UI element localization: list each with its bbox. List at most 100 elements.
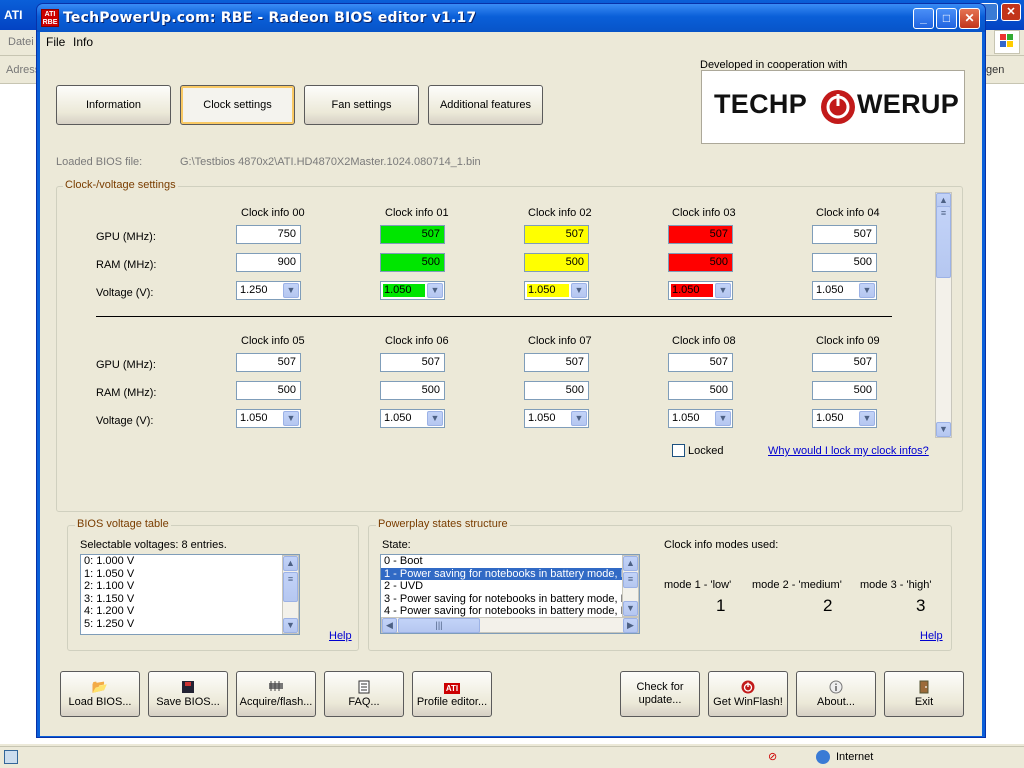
- clock-01-ram-input[interactable]: 500: [380, 253, 445, 272]
- scroll-down-icon[interactable]: ▼: [283, 618, 298, 633]
- minimize-button[interactable]: _: [913, 8, 934, 29]
- scroll-thumb[interactable]: ≡: [936, 206, 951, 278]
- tab-clock-settings[interactable]: Clock settings: [180, 85, 295, 125]
- voltage-item[interactable]: 3: 1.150 V: [81, 593, 299, 606]
- clock-05-gpu-input[interactable]: 507: [236, 353, 301, 372]
- clock-scrollbar[interactable]: ▲ ≡ ▼: [935, 192, 952, 438]
- load-bios-button[interactable]: 📂 Load BIOS...: [60, 671, 140, 717]
- scroll-up-icon[interactable]: ▲: [283, 556, 298, 571]
- window-title: TechPowerUp.com: RBE - Radeon BIOS edito…: [63, 10, 477, 26]
- get-winflash-button[interactable]: Get WinFlash!: [708, 671, 788, 717]
- save-bios-button[interactable]: Save BIOS...: [148, 671, 228, 717]
- scroll-thumb[interactable]: ≡: [623, 572, 638, 588]
- clock-03-voltage-select[interactable]: 1.050 ▼: [668, 281, 733, 300]
- clock-00-voltage-select[interactable]: 1.250 ▼: [236, 281, 301, 300]
- clock-06-voltage-select[interactable]: 1.050 ▼: [380, 409, 445, 428]
- profile-editor-button[interactable]: ATI Profile editor...: [412, 671, 492, 717]
- chevron-down-icon[interactable]: ▼: [715, 283, 731, 298]
- scroll-down-icon[interactable]: ▼: [936, 422, 951, 437]
- clock-02-voltage-select[interactable]: 1.050 ▼: [524, 281, 589, 300]
- chevron-down-icon[interactable]: ▼: [859, 411, 875, 426]
- clock-09-gpu-input[interactable]: 507: [812, 353, 877, 372]
- clock-03-ram-input[interactable]: 500: [668, 253, 733, 272]
- powerplay-help-link[interactable]: Help: [920, 630, 943, 642]
- profile-editor-label: Profile editor...: [416, 696, 488, 708]
- clock-01-voltage-select[interactable]: 1.050 ▼: [380, 281, 445, 300]
- clock-04-voltage-select[interactable]: 1.050 ▼: [812, 281, 877, 300]
- clock-05-ram-input[interactable]: 500: [236, 381, 301, 400]
- exit-button[interactable]: Exit: [884, 671, 964, 717]
- scroll-left-icon[interactable]: ◀: [382, 618, 397, 633]
- clock-06-ram-input[interactable]: 500: [380, 381, 445, 400]
- acquire-flash-button[interactable]: Acquire/flash...: [236, 671, 316, 717]
- clock-02-gpu-input[interactable]: 507: [524, 225, 589, 244]
- clock-07-ram-input[interactable]: 500: [524, 381, 589, 400]
- clock-07-voltage-select[interactable]: 1.050 ▼: [524, 409, 589, 428]
- clock-03-gpu-input[interactable]: 507: [668, 225, 733, 244]
- clock-00-voltage-value: 1.250: [240, 284, 268, 296]
- clock-08-gpu-input[interactable]: 507: [668, 353, 733, 372]
- scroll-right-icon[interactable]: ▶: [623, 618, 638, 633]
- menu-file[interactable]: File: [46, 35, 65, 49]
- voltage-help-link[interactable]: Help: [329, 630, 352, 642]
- chevron-down-icon[interactable]: ▼: [715, 411, 731, 426]
- row-label-ram-2: RAM (MHz):: [96, 387, 157, 399]
- voltage-item[interactable]: 2: 1.100 V: [81, 580, 299, 593]
- chevron-down-icon[interactable]: ▼: [859, 283, 875, 298]
- chevron-down-icon[interactable]: ▼: [283, 411, 299, 426]
- voltage-list-scrollbar[interactable]: ▲ ≡ ▼: [282, 555, 299, 634]
- clock-08-ram-input[interactable]: 500: [668, 381, 733, 400]
- clock-04-ram-input[interactable]: 500: [812, 253, 877, 272]
- background-close-button[interactable]: ✕: [1001, 3, 1021, 21]
- voltage-item[interactable]: 1: 1.050 V: [81, 568, 299, 581]
- voltage-item[interactable]: 4: 1.200 V: [81, 605, 299, 618]
- clock-04-gpu-input[interactable]: 507: [812, 225, 877, 244]
- ati-icon: ATI: [443, 683, 461, 694]
- clock-09-voltage-select[interactable]: 1.050 ▼: [812, 409, 877, 428]
- tab-additional-features[interactable]: Additional features: [428, 85, 543, 125]
- state-list-vscrollbar[interactable]: ▲ ≡ ▼: [622, 555, 639, 617]
- power-icon: [709, 680, 787, 694]
- clock-00-gpu-input[interactable]: 750: [236, 225, 301, 244]
- scroll-up-icon[interactable]: ▲: [623, 556, 638, 571]
- close-button[interactable]: ✕: [959, 8, 980, 29]
- locked-checkbox[interactable]: [672, 444, 685, 457]
- clock-05-voltage-select[interactable]: 1.050 ▼: [236, 409, 301, 428]
- scroll-thumb[interactable]: ≡: [283, 572, 298, 602]
- menu-info[interactable]: Info: [73, 35, 93, 49]
- state-item-selected[interactable]: 1 - Power saving for notebooks in batter…: [381, 567, 639, 580]
- clock-05-voltage-value: 1.050: [240, 412, 268, 424]
- clock-06-gpu-input[interactable]: 507: [380, 353, 445, 372]
- state-item[interactable]: 0 - Boot: [381, 555, 639, 568]
- clock-02-ram-input[interactable]: 500: [524, 253, 589, 272]
- state-item[interactable]: 2 - UVD: [381, 580, 639, 593]
- voltage-item[interactable]: 0: 1.000 V: [81, 555, 299, 568]
- state-item[interactable]: 4 - Power saving for notebooks in batter…: [381, 605, 639, 618]
- hscroll-thumb[interactable]: |||: [398, 618, 480, 633]
- about-button[interactable]: About...: [796, 671, 876, 717]
- title-bar[interactable]: ATI RBE TechPowerUp.com: RBE - Radeon BIO…: [37, 4, 985, 32]
- chevron-down-icon[interactable]: ▼: [427, 283, 443, 298]
- state-list-hscrollbar[interactable]: ◀ ||| ▶: [381, 617, 639, 633]
- lock-info-link[interactable]: Why would I lock my clock infos?: [768, 445, 929, 457]
- chevron-down-icon[interactable]: ▼: [571, 283, 587, 298]
- state-item[interactable]: 3 - Power saving for notebooks in batter…: [381, 593, 639, 606]
- tab-information[interactable]: Information: [56, 85, 171, 125]
- clock-01-gpu-input[interactable]: 507: [380, 225, 445, 244]
- clock-08-voltage-select[interactable]: 1.050 ▼: [668, 409, 733, 428]
- check-update-button[interactable]: Check for update...: [620, 671, 700, 717]
- chevron-down-icon[interactable]: ▼: [283, 283, 299, 298]
- chevron-down-icon[interactable]: ▼: [427, 411, 443, 426]
- voltage-list[interactable]: 0: 1.000 V 1: 1.050 V 2: 1.100 V 3: 1.15…: [80, 554, 300, 635]
- faq-button[interactable]: FAQ...: [324, 671, 404, 717]
- clock-07-gpu-input[interactable]: 507: [524, 353, 589, 372]
- scroll-down-icon[interactable]: ▼: [623, 601, 638, 616]
- voltage-item[interactable]: 5: 1.250 V: [81, 618, 299, 631]
- chevron-down-icon[interactable]: ▼: [571, 411, 587, 426]
- tab-fan-settings[interactable]: Fan settings: [304, 85, 419, 125]
- page-icon: [4, 750, 18, 764]
- maximize-button[interactable]: □: [936, 8, 957, 29]
- clock-09-ram-input[interactable]: 500: [812, 381, 877, 400]
- clock-00-ram-input[interactable]: 900: [236, 253, 301, 272]
- background-menu-datei[interactable]: Datei: [8, 36, 34, 48]
